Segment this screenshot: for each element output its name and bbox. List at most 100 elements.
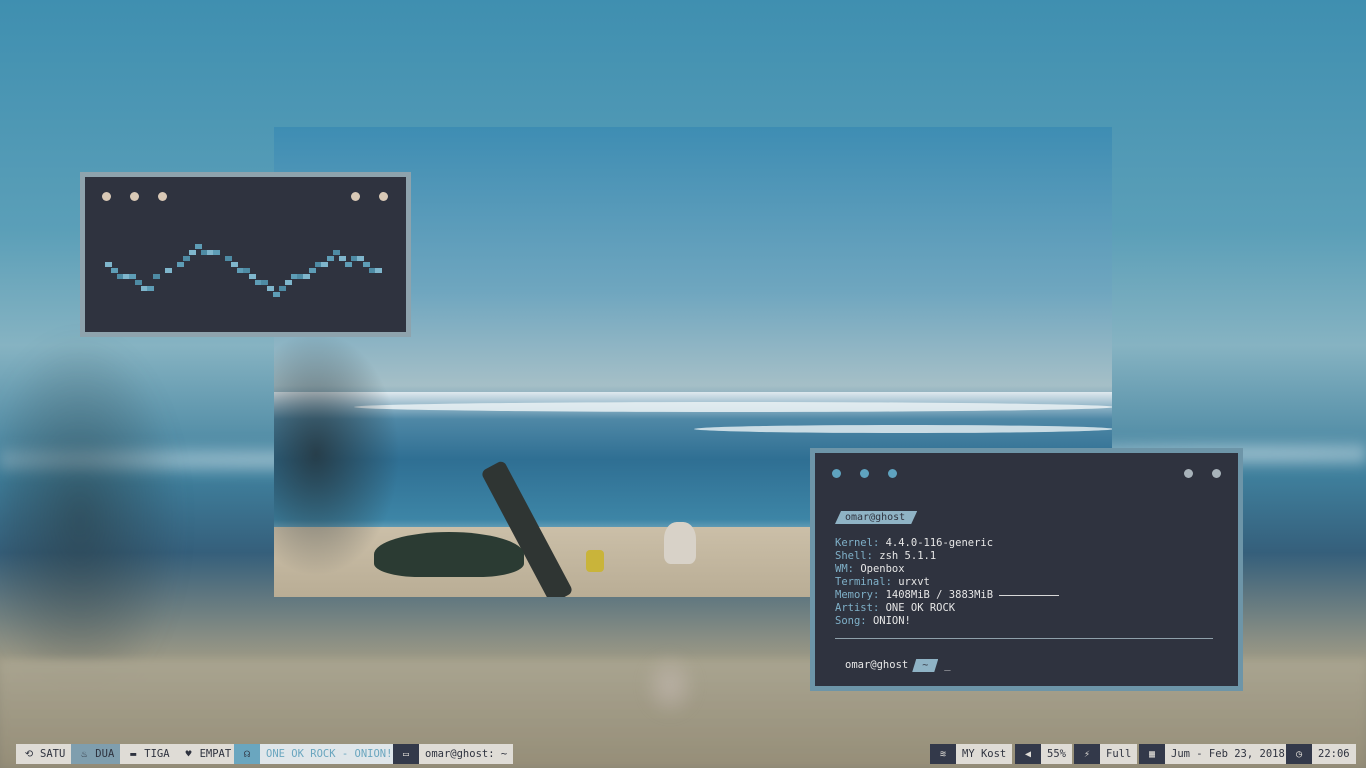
plug-icon: ⚡: [1074, 744, 1100, 764]
visualizer-bar: [321, 262, 328, 267]
info-song: Song: ONION!: [835, 615, 911, 627]
refresh-icon: ⟲: [24, 748, 34, 760]
visualizer-bar: [135, 280, 142, 285]
visualizer-bar: [339, 256, 346, 261]
active-window-title[interactable]: omar@ghost: ~: [419, 744, 514, 764]
photo-wave: [354, 402, 1112, 412]
info-value: 4.4.0-116-generic: [885, 537, 994, 549]
visualizer-bar: [273, 292, 280, 297]
visualizer-bar: [243, 268, 250, 273]
info-key: Artist: [835, 602, 873, 614]
battery-status: Full: [1100, 744, 1138, 764]
window-button-dot[interactable]: [832, 469, 841, 478]
info-value: Openbox: [860, 563, 905, 575]
user-tag: omar@ghost: [835, 511, 917, 524]
background-person: [640, 650, 700, 720]
folder-icon: ▬: [130, 748, 137, 760]
info-value: ONE OK ROCK: [885, 602, 956, 614]
terminal-window[interactable]: omar@ghost Kernel: 4.4.0-116-generic She…: [810, 448, 1243, 691]
clock-icon: ◷: [1286, 744, 1312, 764]
window-title-widget[interactable]: ▭ omar@ghost: ~: [393, 744, 514, 764]
wifi-icon: ≋: [930, 744, 956, 764]
visualizer-bar: [111, 268, 118, 273]
info-key: Memory: [835, 589, 873, 601]
visualizer-bar: [285, 280, 292, 285]
info-key: WM: [835, 563, 848, 575]
fire-icon: ♨: [81, 748, 88, 760]
window-button-dot[interactable]: [130, 192, 139, 201]
window-button-dot[interactable]: [1212, 469, 1221, 478]
workspace-empat[interactable]: ♥ EMPAT: [175, 744, 238, 764]
heartbeat-icon: ♥: [185, 748, 192, 760]
prompt-dir: ~: [912, 659, 938, 672]
visualizer-bar: [309, 268, 316, 273]
photo-bag: [586, 550, 604, 572]
window-button-dot[interactable]: [379, 192, 388, 201]
visualizer-bar: [231, 262, 238, 267]
visualizer-bar: [267, 286, 274, 291]
visualizer-bar: [345, 262, 352, 267]
calendar-icon: ▦: [1139, 744, 1165, 764]
visualizer-bar: [177, 262, 184, 267]
date-widget[interactable]: ▦ Jum - Feb 23, 2018: [1139, 744, 1291, 764]
workspace-label: TIGA: [144, 748, 170, 760]
window-button-dot[interactable]: [1184, 469, 1193, 478]
window-button-dot[interactable]: [351, 192, 360, 201]
visualizer-bar: [249, 274, 256, 279]
clock-time: 22:06: [1312, 744, 1356, 764]
visualizer-bar: [375, 268, 382, 273]
taskbar-left: ⟲ SATU ♨ DUA ▬ TIGA ♥ EMPAT: [16, 744, 238, 764]
visualizer-bar: [153, 274, 160, 279]
visualizer-bar: [333, 250, 340, 255]
workspace-dua[interactable]: ♨ DUA: [71, 744, 121, 764]
info-memory: Memory: 1408MiB / 3883MiB: [835, 589, 1218, 602]
date-text: Jum - Feb 23, 2018: [1165, 744, 1291, 764]
visualizer-bar: [183, 256, 190, 261]
terminal-divider: [835, 638, 1213, 639]
visualizer-bar: [147, 286, 154, 291]
volume-widget[interactable]: ◀ 55%: [1015, 744, 1072, 764]
info-key: Kernel: [835, 537, 873, 549]
visualizer-bar: [189, 250, 196, 255]
battery-widget[interactable]: ⚡ Full: [1074, 744, 1138, 764]
volume-level: 55%: [1041, 744, 1072, 764]
now-playing[interactable]: ONE OK ROCK - ONION!: [260, 744, 399, 764]
visualizer-bar: [363, 262, 370, 267]
info-value: 1408MiB / 3883MiB: [885, 589, 994, 601]
visualizer-bar: [165, 268, 172, 273]
info-artist: Artist: ONE OK ROCK: [835, 602, 956, 614]
music-widget[interactable]: ☊ ONE OK ROCK - ONION!: [234, 744, 399, 764]
info-key: Song: [835, 615, 861, 627]
info-shell: Shell: zsh 5.1.1: [835, 550, 937, 562]
workspace-tiga[interactable]: ▬ TIGA: [120, 744, 176, 764]
photo-wave: [694, 425, 1112, 433]
shell-prompt[interactable]: omar@ghost ~ _: [845, 659, 951, 672]
info-terminal: Terminal: urxvt: [835, 576, 930, 588]
visualizer-bar: [261, 280, 268, 285]
visualizer-bar: [303, 274, 310, 279]
workspace-satu[interactable]: ⟲ SATU: [16, 744, 72, 764]
workspace-label: DUA: [95, 748, 115, 760]
visualizer-window[interactable]: [80, 172, 411, 337]
window-button-dot[interactable]: [102, 192, 111, 201]
info-kernel: Kernel: 4.4.0-116-generic: [835, 537, 994, 549]
window-button-dot[interactable]: [860, 469, 869, 478]
visualizer-bar: [279, 286, 286, 291]
prompt-user: omar@ghost: [845, 659, 909, 671]
workspace-label: EMPAT: [199, 748, 232, 760]
clock-widget[interactable]: ◷ 22:06: [1286, 744, 1356, 764]
info-key: Terminal: [835, 576, 886, 588]
memory-bar: [999, 594, 1060, 596]
window-button-dot[interactable]: [888, 469, 897, 478]
monitor-icon: ▭: [393, 744, 419, 764]
window-button-dot[interactable]: [158, 192, 167, 201]
wifi-widget[interactable]: ≋ MY Kost: [930, 744, 1013, 764]
workspace-label: SATU: [40, 748, 66, 760]
info-wm: WM: Openbox: [835, 563, 905, 575]
photo-bush: [374, 532, 524, 577]
visualizer-bar: [213, 250, 220, 255]
terminal-output: omar@ghost Kernel: 4.4.0-116-generic She…: [835, 511, 1218, 628]
visualizer-bar: [129, 274, 136, 279]
text-cursor[interactable]: _: [944, 659, 950, 671]
visualizer-bar: [225, 256, 232, 261]
